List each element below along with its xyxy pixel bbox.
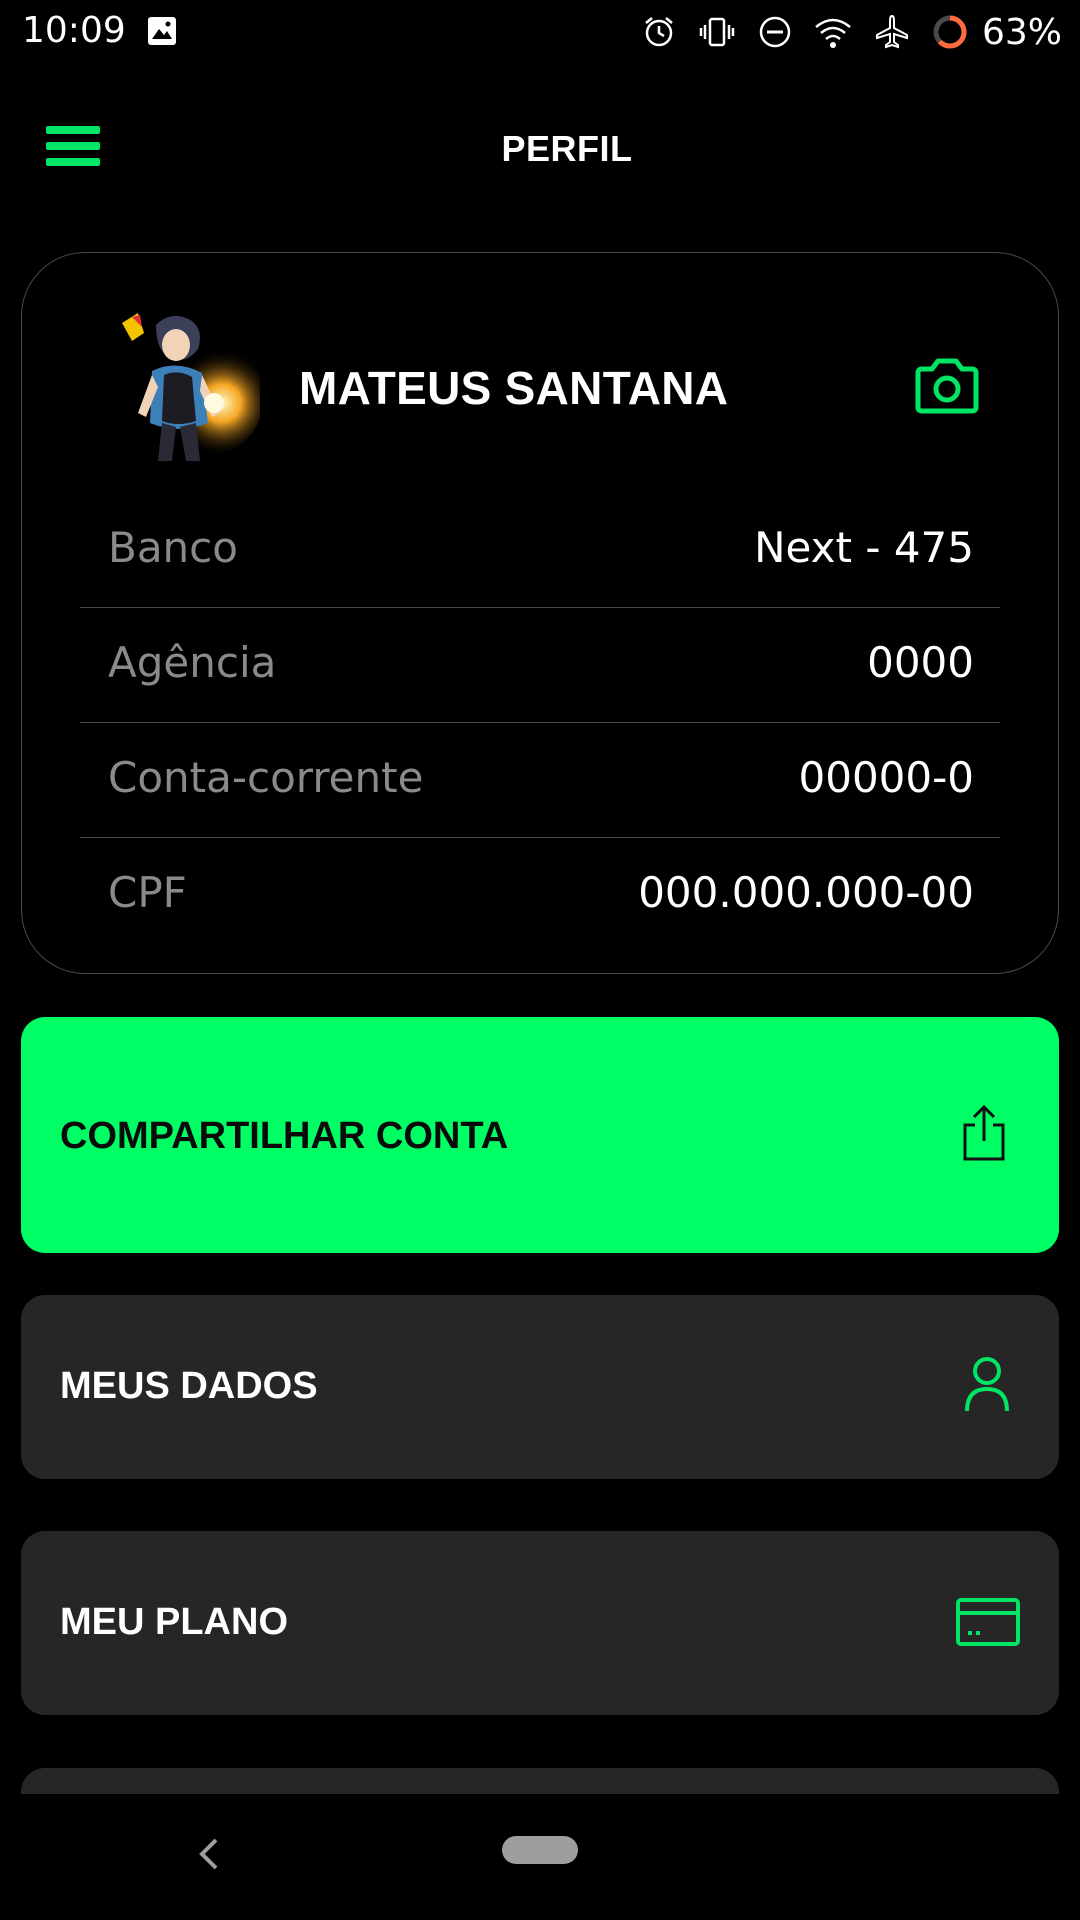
avatar <box>122 313 260 461</box>
user-icon <box>965 1357 1009 1412</box>
account-label: Conta-corrente <box>108 753 424 802</box>
account-info-list: Banco Next - 475 Agência 0000 Conta-corr… <box>80 493 1000 953</box>
user-name: MATEUS SANTANA <box>299 362 729 414</box>
system-nav-bar <box>0 1794 1080 1920</box>
my-plan-button[interactable]: MEU PLANO <box>21 1531 1059 1715</box>
my-data-label: MEUS DADOS <box>60 1365 318 1407</box>
airplane-icon <box>875 14 908 49</box>
account-value: 00000-0 <box>798 753 975 802</box>
status-time: 10:09 <box>22 10 126 51</box>
cpf-label: CPF <box>108 868 187 917</box>
battery-percent: 63% <box>981 11 1062 53</box>
app-bar: PERFIL <box>0 100 1080 200</box>
image-icon <box>148 17 176 45</box>
status-bar: 10:09 63% <box>0 0 1080 64</box>
info-row-account: Conta-corrente 00000-0 <box>80 723 1000 838</box>
do-not-disturb-icon <box>759 16 791 48</box>
battery-icon <box>933 15 967 49</box>
my-plan-label: MEU PLANO <box>60 1601 288 1643</box>
info-row-cpf: CPF 000.000.000-00 <box>80 838 1000 953</box>
info-row-bank: Banco Next - 475 <box>80 493 1000 608</box>
page-title: PERFIL <box>501 128 633 169</box>
share-account-label: COMPARTILHAR CONTA <box>60 1115 509 1157</box>
cpf-value: 000.000.000-00 <box>638 868 974 917</box>
vibrate-icon <box>699 17 735 47</box>
profile-card: MATEUS SANTANA Banco Next - 475 Agência … <box>21 252 1059 974</box>
next-menu-item-peek <box>21 1768 1059 1794</box>
share-account-button[interactable]: COMPARTILHAR CONTA <box>21 1017 1059 1253</box>
agency-label: Agência <box>108 638 277 687</box>
home-pill[interactable] <box>502 1836 578 1864</box>
alarm-icon <box>645 17 673 47</box>
bank-value: Next - 475 <box>754 523 974 572</box>
credit-card-icon <box>956 1598 1020 1646</box>
share-icon <box>963 1104 1005 1161</box>
camera-icon[interactable] <box>912 357 982 417</box>
info-row-agency: Agência 0000 <box>80 608 1000 723</box>
wifi-icon <box>815 18 851 48</box>
status-icons: 63% <box>642 11 1062 53</box>
agency-value: 0000 <box>867 638 974 687</box>
back-icon[interactable] <box>194 1834 224 1874</box>
bank-label: Banco <box>108 523 238 572</box>
my-data-button[interactable]: MEUS DADOS <box>21 1295 1059 1479</box>
